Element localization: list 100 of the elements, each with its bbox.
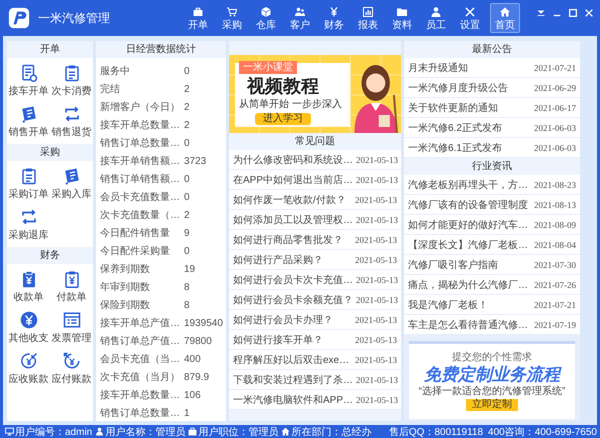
banner-button[interactable]: 进入学习 [255,113,311,125]
news-row[interactable]: 痛点，揭秘为什么汽修厂… 2021-07-26 [404,275,580,295]
app-title: 一米汽修管理 [38,10,111,26]
faq-row[interactable]: 如何进行会员卡次卡充值… 2021-05-13 [229,270,401,290]
nav-tab[interactable]: 员工 [419,3,453,33]
notice-row[interactable]: 月末升级通知 2021-07-21 [404,58,580,78]
stat-value: 2 [184,84,190,94]
stat-label: 服务中 [100,64,131,78]
news-row[interactable]: 如何才能更好的做好汽车… 2021-08-09 [404,215,580,235]
stat-value: 0 [184,66,190,76]
section-header: 财务 [7,247,93,264]
shortcut-button[interactable]: 采购退库 [7,206,50,244]
status-text: 所在部门：总经办 [291,426,372,438]
faq-title: 如何添加员工以及管理权… [233,214,353,226]
stat-label: 会员卡充值数量… [100,190,180,204]
close-icon[interactable] [584,8,594,18]
notice-row[interactable]: 一米汽修月度升级公告 2021-06-29 [404,78,580,98]
faq-row[interactable]: 如何进行会员卡办理？ 2021-05-13 [229,310,401,330]
dropdown-icon[interactable] [536,8,546,18]
stat-label: 接车开单总产值… [100,316,180,330]
yen-clipboard-icon [62,270,80,288]
faq-row[interactable]: 如何进行产品采购？ 2021-05-13 [229,250,401,270]
document-icon [20,64,38,82]
nav-tab[interactable]: 仓库 [249,3,283,33]
stat-label: 保险到期数 [100,298,151,312]
news-row[interactable]: 汽修老板别再埋头干，方… 2021-08-23 [404,175,580,195]
yen-icon [328,6,340,18]
nav-tab[interactable]: 财务 [317,3,351,33]
shortcut-button[interactable]: 应收账款 [7,350,50,388]
shortcut-button[interactable]: 发票管理 [50,309,93,347]
nav-tab[interactable]: 采购 [215,3,249,33]
shortcut-button[interactable]: 接车开单 [7,62,50,100]
faq-row[interactable]: 为什么修改密码和系统设… 2021-05-13 [229,150,401,170]
news-row[interactable]: 汽修厂吸引客户指南 2021-07-30 [404,255,580,275]
user-icon [430,6,442,18]
notice-row[interactable]: 一米汽修6.2正式发布 2021-06-03 [404,118,580,138]
faq-row[interactable]: 在APP中如何退出当前店… 2021-05-13 [229,170,401,190]
faq-title: 一米汽修电脑软件和APP… [233,394,354,406]
news-row[interactable]: 我是汽修厂老板！ 2021-07-21 [404,295,580,315]
nav-tab[interactable]: 资料 [385,3,419,33]
nav-tab[interactable]: 首页 [490,3,520,33]
swap-arrows-icon [62,105,80,123]
shortcut-button[interactable]: 付款单 [50,268,93,306]
notice-row[interactable]: 一米汽修6.1正式发布 2021-06-03 [404,138,580,158]
box-icon [260,6,272,18]
ad-button[interactable]: 立即定制 [466,399,518,411]
shortcut-button[interactable]: 收款单 [7,268,50,306]
faq-row[interactable]: 下载和安装过程遇到了杀… 2021-05-13 [229,370,401,390]
notice-date: 2021-06-03 [534,122,576,132]
notice-date: 2021-06-29 [534,82,576,92]
status-text: 400咨询：400-699-7650 [488,426,597,438]
stat-label: 接车开单总数量… [100,388,180,402]
news-date: 2021-07-30 [534,260,576,270]
section-header: 开单 [7,41,93,58]
faq-date: 2021-05-13 [355,254,397,264]
news-date: 2021-08-09 [534,220,576,230]
faq-row[interactable]: 如何添加员工以及管理权… 2021-05-13 [229,210,401,230]
home-icon [281,427,290,436]
faq-date: 2021-05-13 [356,274,398,284]
faq-date: 2021-05-13 [356,154,398,164]
notice-row[interactable]: 关于软件更新的通知 2021-06-17 [404,98,580,118]
receipt-icon [62,167,80,185]
faq-title: 为什么修改密码和系统设… [233,154,353,166]
shortcut-button[interactable]: 销售开单 [7,103,50,141]
notice-title: 一米汽修6.1正式发布 [408,142,503,154]
faq-row[interactable]: 如何作废一笔收款/付款？ 2021-05-13 [229,190,401,210]
banner-title: 视频教程 [247,75,319,97]
faq-row[interactable]: 如何进行接车开单？ 2021-05-13 [229,330,401,350]
faq-row[interactable]: 如何进行商品零售批发？ 2021-05-13 [229,230,401,250]
logo-icon [8,7,30,29]
nav-tab[interactable]: 客户 [283,3,317,33]
stat-label: 完结 [100,82,121,96]
stat-value: 2 [184,120,190,130]
status-text: 用户职位：管理员 [198,426,278,438]
notice-date: 2021-06-03 [534,142,576,152]
news-row[interactable]: 汽修厂该有的设备管理制度 2021-08-13 [404,195,580,215]
swap-arrows-icon [20,208,38,226]
stat-value: 1 [184,408,190,418]
faq-row[interactable]: 一米汽修电脑软件和APP… 2021-05-13 [229,390,401,410]
shortcut-button[interactable]: 应付账款 [50,350,93,388]
notice-date: 2021-06-17 [534,102,576,112]
news-row[interactable]: 【深度长文】汽修厂老板… 2021-08-04 [404,235,580,255]
shortcut-button[interactable]: 采购入库 [50,165,93,203]
stat-label: 销售订单总产值… [100,334,180,348]
news-date: 2021-07-19 [534,320,576,330]
nav-tab[interactable]: 开单 [181,3,215,33]
faq-row[interactable]: 如何进行会员卡余额充值？ 2021-05-13 [229,290,401,310]
nav-tab[interactable]: 设置 [453,3,487,33]
faq-title: 如何进行会员卡办理？ [233,314,334,326]
shortcut-button[interactable]: 次卡消费 [50,62,93,100]
nav-tab[interactable]: 报表 [351,3,385,33]
stat-value: 2 [184,210,190,220]
ad-title: 免费定制业务流程 [424,365,560,384]
faq-row[interactable]: 程序解压好以后双击exe… 2021-05-13 [229,350,401,370]
maximize-icon[interactable] [568,8,578,18]
news-row[interactable]: 车主是怎么看待普通汽修… 2021-07-19 [404,315,580,335]
shortcut-button[interactable]: 销售退货 [50,103,93,141]
shortcut-button[interactable]: 采购订单 [7,165,50,203]
news-title: 我是汽修厂老板！ [408,298,489,312]
shortcut-button[interactable]: 其他收支 [7,309,50,347]
